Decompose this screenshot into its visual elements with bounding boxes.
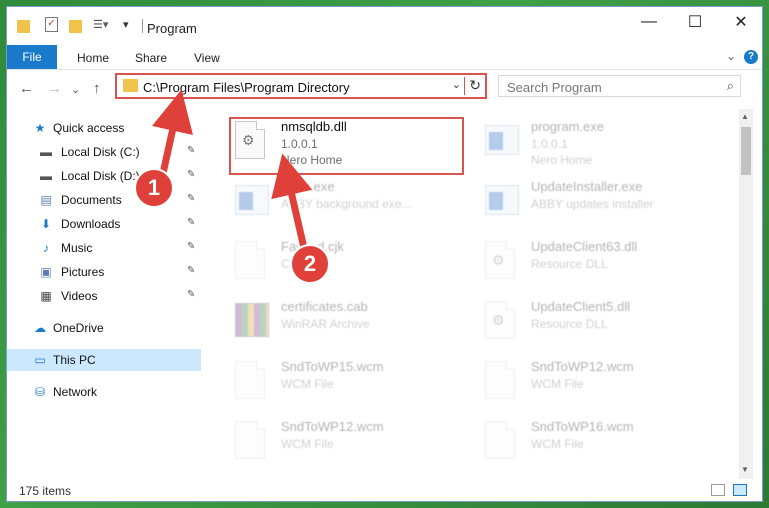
annotation-arrow-2 [271, 153, 313, 249]
step-badge-2: 2 [290, 244, 330, 284]
step-badge-1: 1 [134, 168, 174, 208]
annotation-arrows [151, 89, 313, 254]
